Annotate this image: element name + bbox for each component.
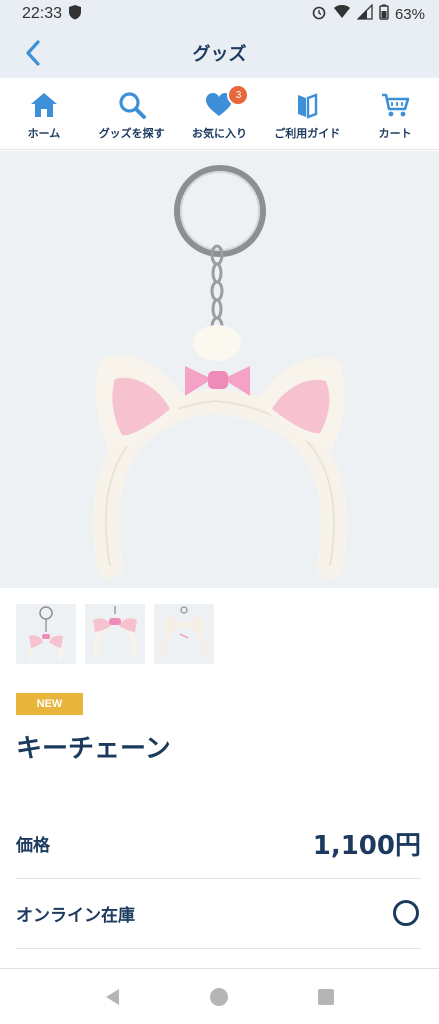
system-nav-bar (0, 968, 439, 1024)
nav-item-favorites[interactable]: 3 お気に入り (176, 78, 264, 149)
alarm-icon (311, 4, 327, 24)
stock-label: オンライン在庫 (16, 905, 135, 926)
status-time: 22:33 (22, 5, 63, 22)
nav-item-cart[interactable]: カート (351, 78, 439, 149)
guide-book-icon (298, 93, 318, 119)
nav-label-home: ホーム (27, 127, 61, 140)
nav-item-search[interactable]: グッズを探す (88, 78, 176, 149)
nav-item-home[interactable]: ホーム (0, 78, 88, 149)
battery-level: 63% (394, 5, 425, 23)
thumbnail-strip (16, 604, 214, 664)
thumbnail-1[interactable] (16, 604, 76, 664)
stock-row: オンライン在庫 (16, 893, 421, 933)
product-name: キーチェーン (16, 734, 171, 764)
nav-item-guide[interactable]: ご利用ガイド (263, 78, 351, 149)
thumbnail-image-3 (162, 606, 206, 659)
search-icon (119, 92, 146, 119)
nav-label-guide: ご利用ガイド (274, 127, 341, 140)
nav-label-favorites: お気に入り (191, 127, 247, 140)
back-button[interactable] (20, 38, 48, 68)
circle-home-icon (210, 987, 229, 1006)
battery-icon (379, 4, 389, 24)
thumbnail-image-1 (28, 606, 64, 661)
chevron-left-icon (26, 40, 40, 66)
price-row: 価格 1,100円 (16, 823, 421, 863)
status-bar: 22:33 63% (0, 0, 439, 28)
new-badge: NEW (16, 693, 83, 715)
cart-icon (382, 93, 410, 117)
favorites-count-badge: 3 (227, 84, 250, 106)
keychain-headband-illustration (92, 165, 347, 579)
price-value: 1,100円 (312, 830, 421, 861)
thumbnail-image-2 (93, 606, 137, 659)
home-icon (30, 93, 57, 117)
wifi-icon (333, 4, 351, 24)
divider (16, 878, 421, 879)
thumbnail-3[interactable] (154, 604, 214, 664)
main-nav: ホーム グッズを探す 3 お気に入り ご利用ガイド カート (0, 78, 439, 150)
page-title: グッズ (192, 44, 247, 65)
nav-label-search: グッズを探す (98, 127, 165, 140)
price-label: 価格 (16, 835, 50, 856)
shield-icon (68, 4, 82, 25)
system-recents-button[interactable] (314, 985, 338, 1009)
app-header: グッズ (0, 28, 439, 78)
triangle-back-icon (106, 988, 120, 1005)
system-back-button[interactable] (101, 985, 125, 1009)
signal-icon (356, 3, 373, 24)
nav-label-cart: カート (378, 127, 412, 140)
divider (16, 948, 421, 949)
system-home-button[interactable] (207, 985, 231, 1009)
thumbnail-2[interactable] (85, 604, 145, 664)
product-main-image[interactable] (0, 151, 439, 588)
square-recents-icon (317, 988, 334, 1005)
circle-available-icon (393, 900, 419, 926)
